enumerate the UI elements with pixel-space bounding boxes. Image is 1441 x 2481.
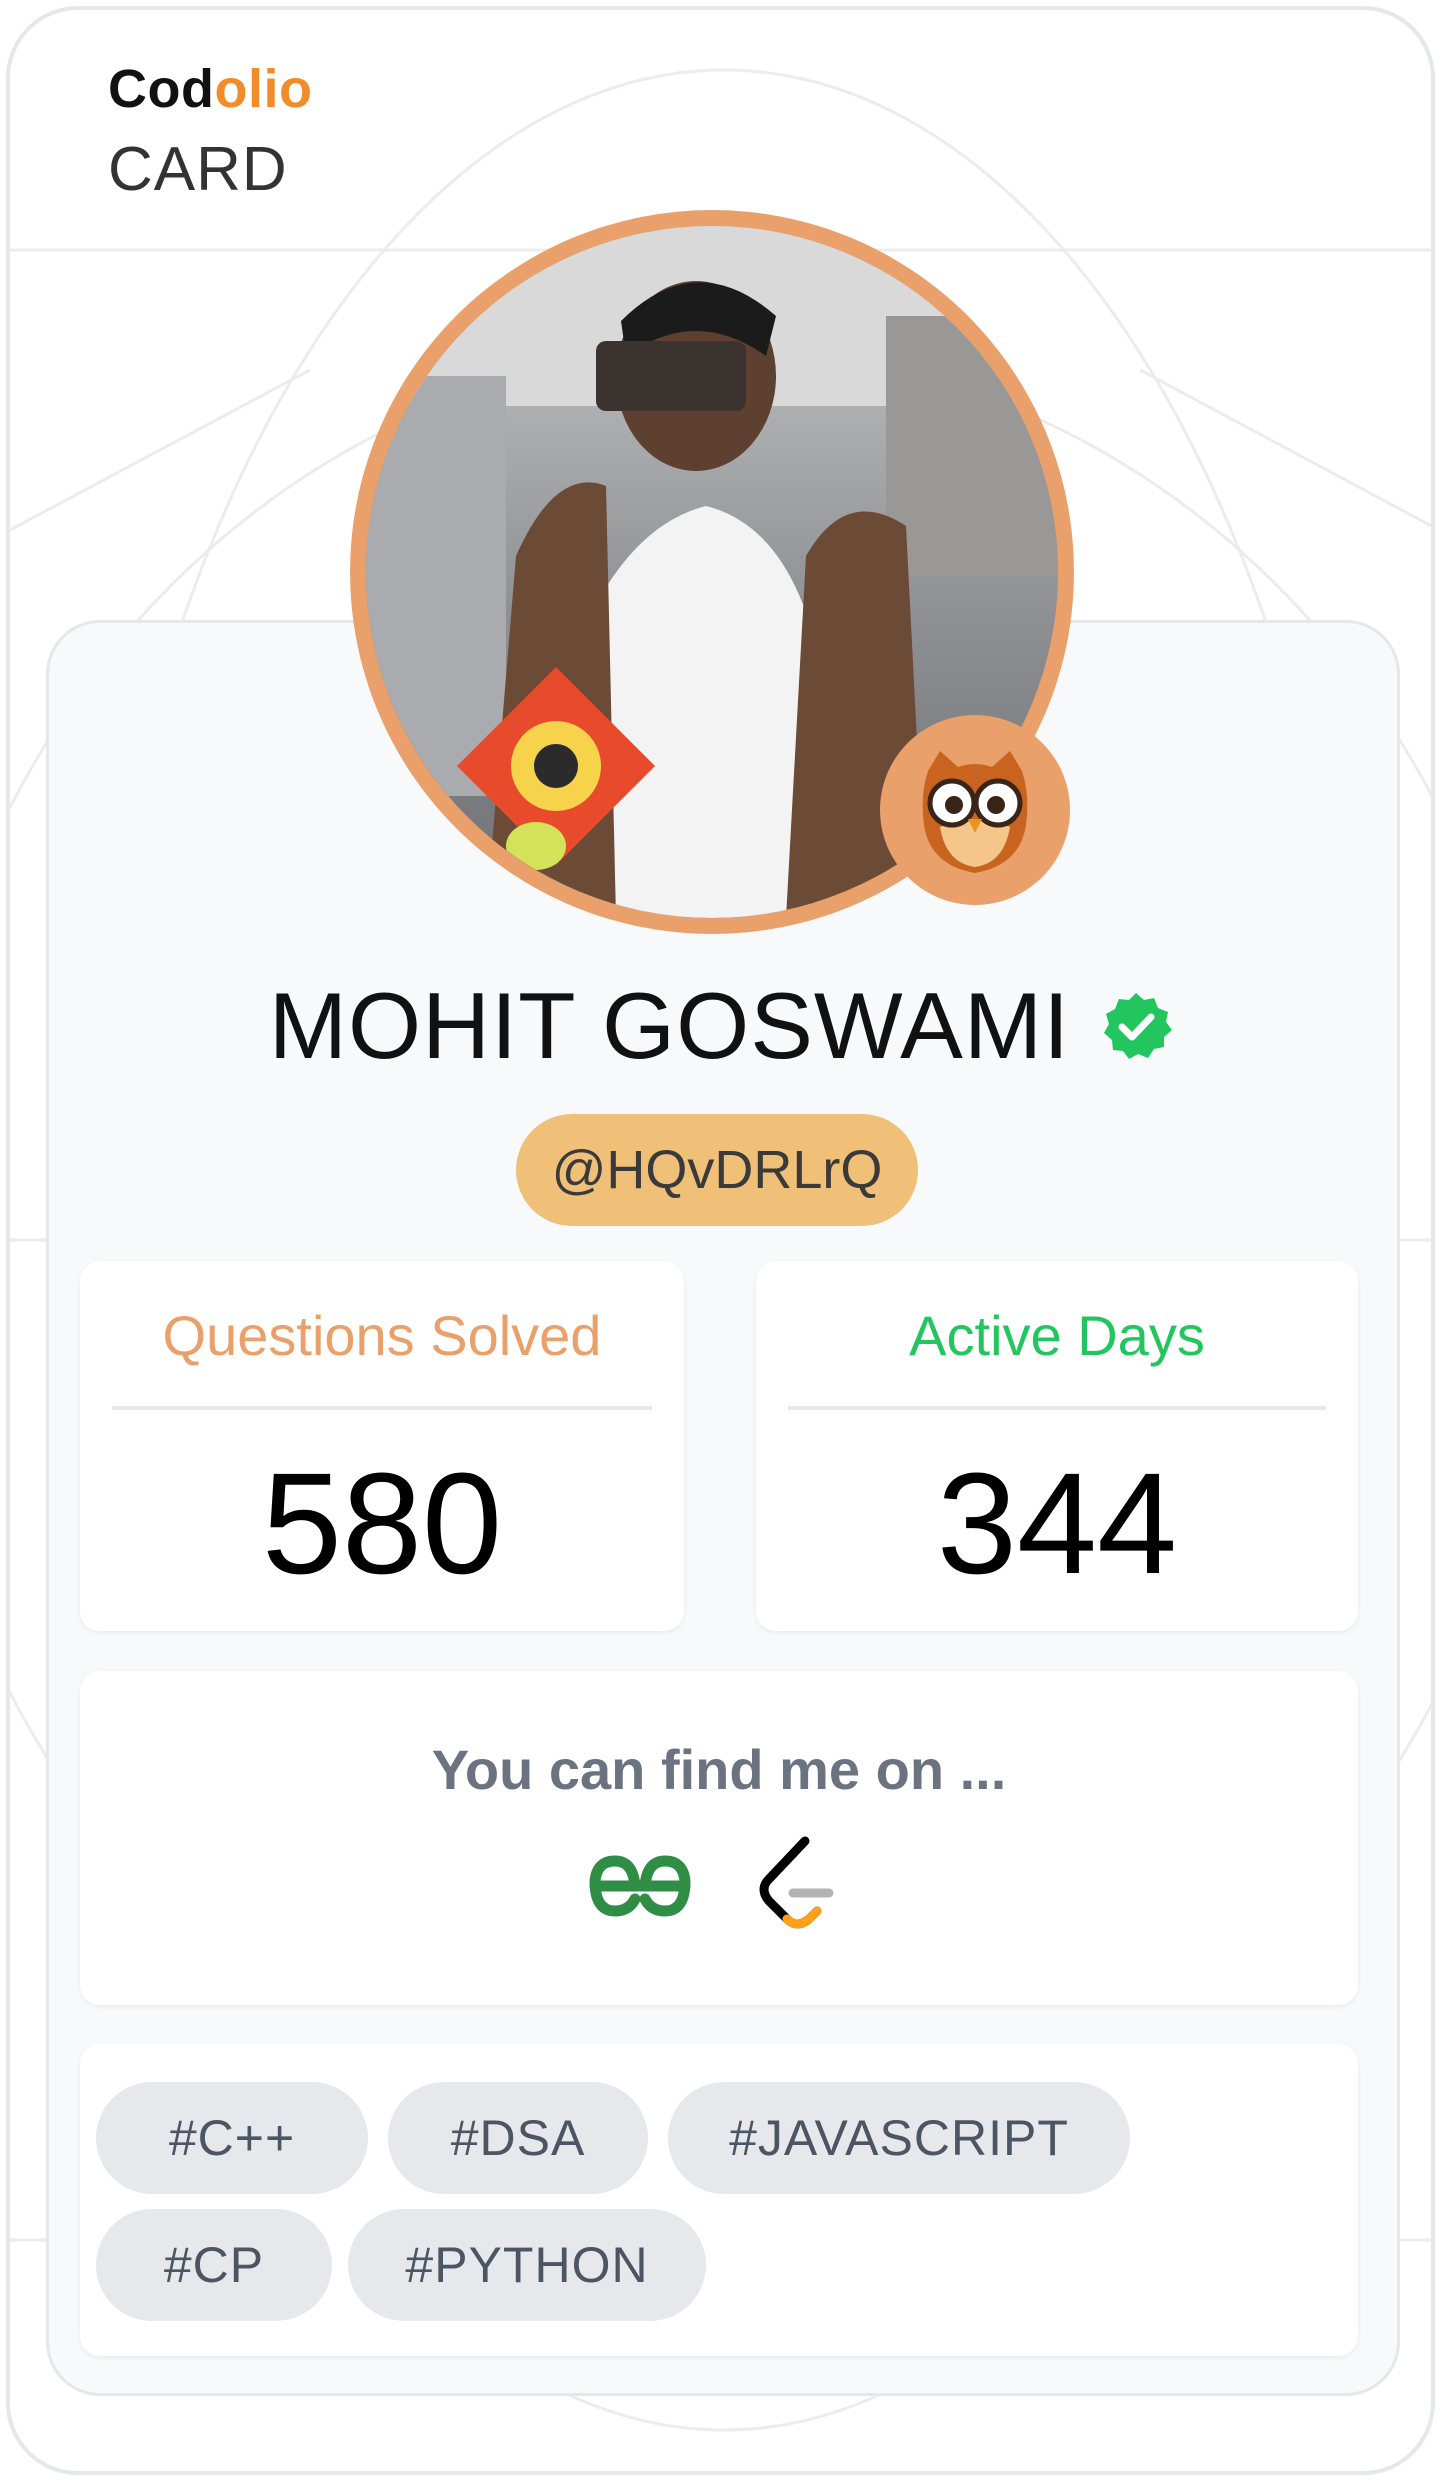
verified-check-icon bbox=[1104, 993, 1173, 1059]
active-days-card: Active Days 344 bbox=[756, 1261, 1358, 1631]
find-me-card: You can find me on ... bbox=[80, 1671, 1358, 2005]
tag-chip: #PYTHON bbox=[348, 2209, 706, 2321]
brand-name-part2: olio bbox=[214, 59, 313, 119]
active-days-value: 344 bbox=[936, 1443, 1178, 1604]
active-days-label: Active Days bbox=[909, 1304, 1205, 1367]
questions-solved-card: Questions Solved 580 bbox=[80, 1261, 684, 1631]
tag-chip: #JAVASCRIPT bbox=[668, 2082, 1130, 2194]
divider bbox=[788, 1406, 1326, 1410]
platform-links bbox=[80, 1831, 1358, 1941]
card-label: CARD bbox=[108, 135, 288, 204]
leetcode-link[interactable] bbox=[743, 1831, 853, 1941]
tag-chip: #C++ bbox=[96, 2082, 368, 2194]
questions-solved-label: Questions Solved bbox=[162, 1304, 602, 1367]
name-row: MOHIT GOSWAMI bbox=[0, 972, 1441, 1080]
handle-badge: @HQvDRLrQ bbox=[516, 1114, 918, 1226]
brand-name-part1: Cod bbox=[108, 59, 215, 119]
geeksforgeeks-link[interactable] bbox=[585, 1831, 695, 1941]
owl-badge bbox=[880, 715, 1070, 905]
questions-solved-value: 580 bbox=[261, 1443, 503, 1604]
leetcode-icon bbox=[759, 1836, 834, 1929]
brand-logo: Codolio bbox=[108, 58, 312, 120]
owl-icon bbox=[922, 751, 1028, 873]
tag-chip: #DSA bbox=[388, 2082, 648, 2194]
find-me-title: You can find me on ... bbox=[431, 1738, 1007, 1801]
tags-card: #C++ #DSA #JAVASCRIPT #CP #PYTHON bbox=[80, 2044, 1358, 2356]
geeksforgeeks-icon bbox=[589, 1855, 691, 1917]
tag-chip: #CP bbox=[96, 2209, 332, 2321]
divider bbox=[112, 1406, 652, 1410]
profile-name: MOHIT GOSWAMI bbox=[268, 973, 1071, 1078]
